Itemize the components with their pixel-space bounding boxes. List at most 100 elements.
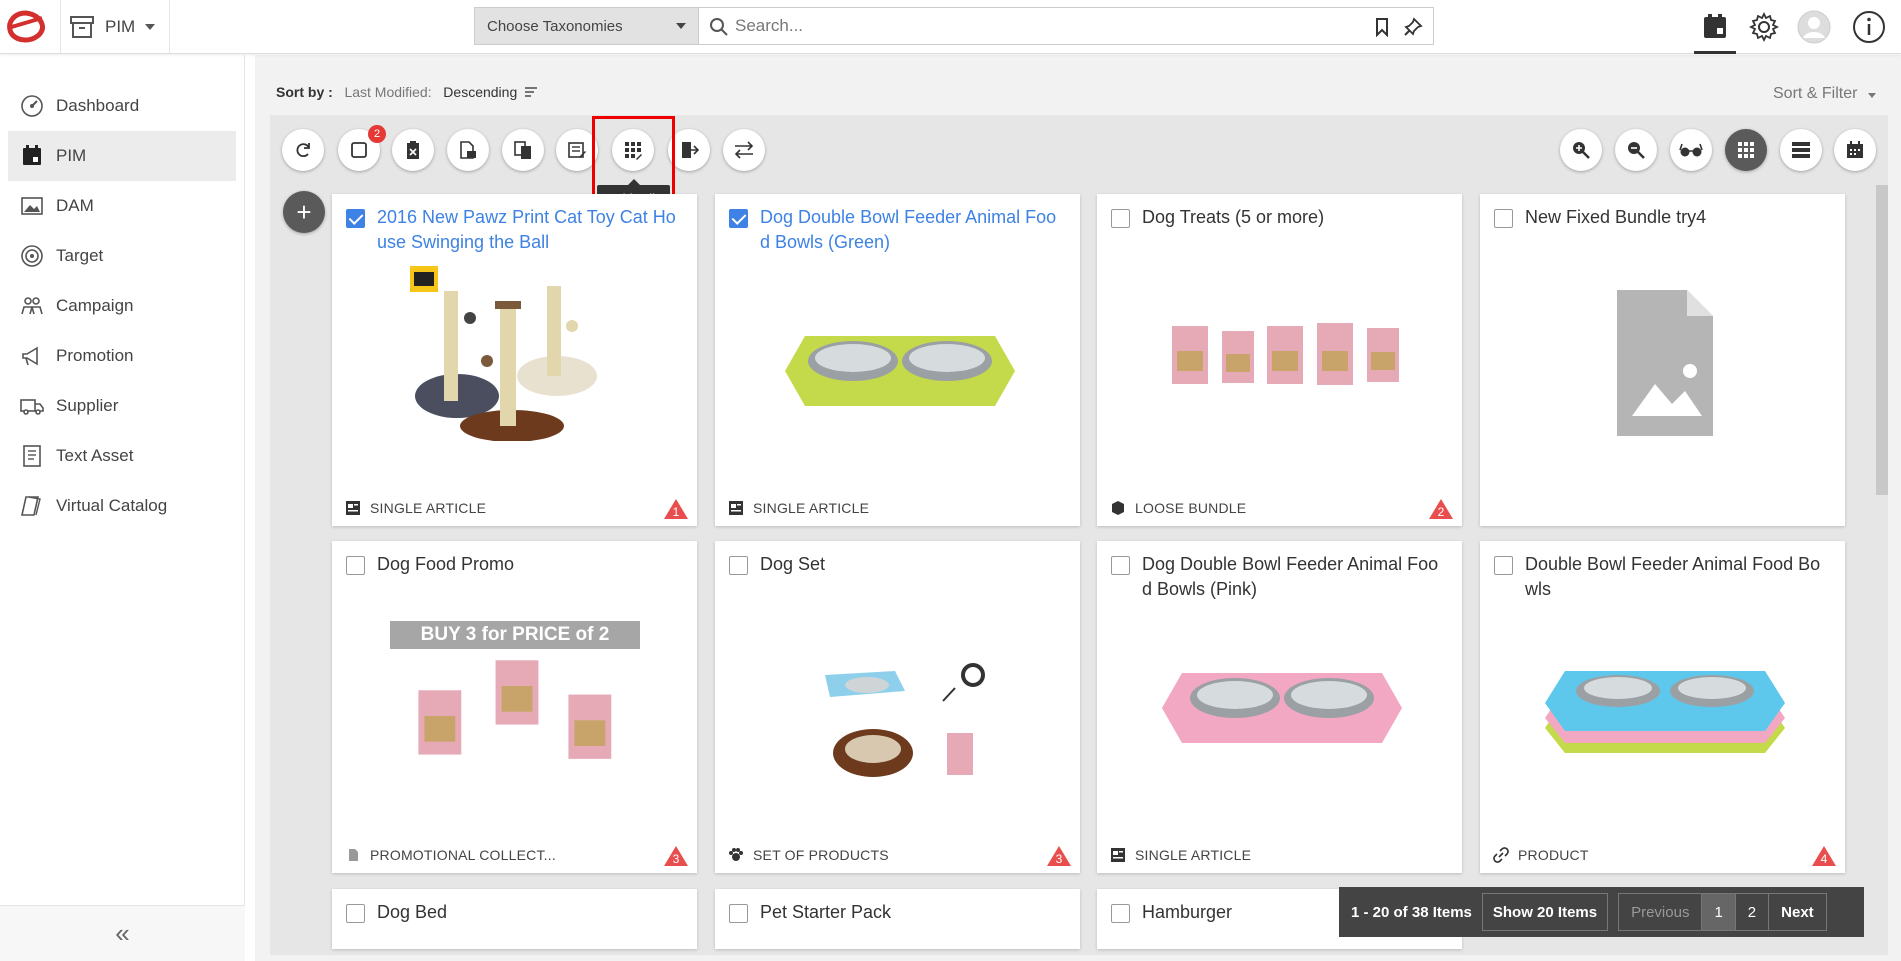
clipboard-x-icon — [407, 141, 419, 159]
collection-icon — [349, 849, 358, 861]
dog-treats-image — [1172, 323, 1399, 385]
card-checkbox[interactable] — [1494, 556, 1513, 575]
paw-icon — [729, 848, 743, 861]
card-title[interactable]: 2016 New Pawz Print Cat Toy Cat House Sw… — [377, 205, 682, 255]
gear-icon[interactable] — [1745, 8, 1783, 46]
list-view-button[interactable] — [1780, 129, 1822, 171]
card-title[interactable]: Dog Set — [760, 552, 1065, 577]
card-checkbox[interactable] — [729, 556, 748, 575]
product-card[interactable]: New Fixed Bundle try4 — [1480, 194, 1845, 526]
sidebar-item-supplier[interactable]: Supplier — [8, 381, 236, 431]
card-type: SINGLE ARTICLE — [1135, 847, 1252, 863]
app-switcher[interactable]: PIM — [60, 0, 170, 54]
card-checkbox[interactable] — [346, 904, 365, 923]
sort-filter-toggle[interactable]: Sort & Filter — [1773, 85, 1876, 103]
card-title[interactable]: Dog Bed — [377, 900, 682, 925]
delete-button[interactable] — [392, 129, 434, 171]
previous-button[interactable]: Previous — [1619, 894, 1703, 930]
sort-order[interactable]: Descending — [443, 84, 517, 100]
product-card[interactable]: Dog Set SET OF PRODUCTS 3 — [715, 541, 1080, 873]
sort-bar: Sort by : Last Modified: Descending — [276, 84, 538, 101]
warning-count: 3 — [1056, 852, 1063, 866]
grid-view-button[interactable] — [1725, 129, 1767, 171]
app-name: PIM — [105, 17, 136, 36]
pim-app-icon[interactable] — [1696, 8, 1734, 46]
card-checkbox[interactable] — [346, 209, 365, 228]
sidebar-item-campaign[interactable]: Campaign — [8, 281, 236, 331]
select-all-button[interactable]: 2 — [338, 125, 386, 171]
preview-button[interactable] — [1670, 129, 1712, 171]
sort-lines-icon[interactable] — [524, 85, 538, 101]
double-chevron-left-icon: « — [115, 918, 130, 948]
card-type: SET OF PRODUCTS — [753, 847, 889, 863]
sidebar-item-virtual-catalog[interactable]: Virtual Catalog — [8, 481, 236, 531]
product-card[interactable]: Dog Treats (5 or more) LOOSE BUNDLE 2 — [1097, 194, 1462, 526]
campaign-icon — [21, 297, 43, 315]
product-card[interactable]: Dog Food Promo BUY 3 for PRICE of 2 PROM… — [332, 541, 697, 873]
sidebar-item-promotion[interactable]: Promotion — [8, 331, 236, 381]
warning-icon[interactable]: 1 — [663, 498, 689, 520]
card-title[interactable]: Dog Double Bowl Feeder Animal Food Bowls… — [760, 205, 1065, 255]
card-checkbox[interactable] — [1494, 209, 1513, 228]
warning-count: 1 — [673, 505, 680, 519]
warning-icon[interactable]: 3 — [663, 845, 689, 867]
sort-field[interactable]: Last Modified: — [344, 84, 431, 100]
sidebar-item-dam[interactable]: DAM — [8, 181, 236, 231]
sidebar: Dashboard PIM DAM Target Campaign Promot… — [0, 55, 245, 961]
sidebar-item-target[interactable]: Target — [8, 231, 236, 281]
card-checkbox[interactable] — [346, 556, 365, 575]
copy-button[interactable] — [502, 129, 544, 171]
page-2-button[interactable]: 2 — [1736, 894, 1770, 930]
pin-icon[interactable] — [1403, 17, 1423, 37]
avatar-icon[interactable] — [1795, 8, 1833, 46]
warning-icon[interactable]: 3 — [1046, 845, 1072, 867]
collapse-sidebar-button[interactable]: « — [0, 905, 245, 961]
scrollbar[interactable] — [1876, 185, 1888, 495]
card-checkbox[interactable] — [729, 209, 748, 228]
product-card[interactable]: Pet Starter Pack — [715, 889, 1080, 949]
taxonomy-select[interactable]: Choose Taxonomies — [474, 7, 699, 45]
product-card[interactable]: Dog Bed — [332, 889, 697, 949]
export-pdf-button[interactable] — [447, 129, 489, 171]
card-title[interactable]: New Fixed Bundle try4 — [1525, 205, 1830, 230]
transfer-button[interactable] — [723, 129, 765, 171]
product-card[interactable]: Dog Double Bowl Feeder Animal Food Bowls… — [1097, 541, 1462, 873]
zoom-out-button[interactable] — [1615, 129, 1657, 171]
card-title[interactable]: Dog Double Bowl Feeder Animal Food Bowls… — [1142, 552, 1447, 602]
list-view-icon — [1792, 142, 1810, 158]
calendar-view-button[interactable] — [1834, 129, 1876, 171]
card-title[interactable]: Pet Starter Pack — [760, 900, 1065, 925]
warning-icon[interactable]: 2 — [1428, 498, 1454, 520]
refresh-button[interactable] — [282, 129, 324, 171]
sidebar-item-label: Promotion — [56, 346, 134, 365]
zoom-in-button[interactable] — [1560, 129, 1602, 171]
add-item-button[interactable]: + — [283, 191, 325, 233]
logo-icon[interactable] — [4, 8, 48, 46]
search-input[interactable]: Search... — [699, 7, 1434, 45]
card-checkbox[interactable] — [1111, 556, 1130, 575]
sidebar-item-pim[interactable]: PIM — [8, 131, 236, 181]
card-title[interactable]: Double Bowl Feeder Animal Food Bowls — [1525, 552, 1830, 602]
sidebar-item-label: PIM — [56, 146, 87, 165]
pink-bowl-image — [1162, 673, 1402, 743]
active-app-indicator — [1694, 51, 1736, 54]
warning-icon[interactable]: 4 — [1811, 845, 1837, 867]
page-size-button[interactable]: Show 20 Items — [1481, 893, 1609, 931]
sidebar-item-dashboard[interactable]: Dashboard — [8, 81, 236, 131]
next-button[interactable]: Next — [1769, 894, 1826, 930]
info-icon[interactable] — [1850, 8, 1888, 46]
card-checkbox[interactable] — [1111, 904, 1130, 923]
sidebar-item-label: Dashboard — [56, 96, 140, 115]
card-title[interactable]: Dog Food Promo — [377, 552, 682, 577]
product-card[interactable]: 2016 New Pawz Print Cat Toy Cat House Sw… — [332, 194, 697, 526]
product-card[interactable]: Dog Double Bowl Feeder Animal Food Bowls… — [715, 194, 1080, 526]
megaphone-icon — [22, 346, 38, 366]
bookmark-icon[interactable] — [1373, 17, 1391, 37]
card-checkbox[interactable] — [1111, 209, 1130, 228]
card-title[interactable]: Dog Treats (5 or more) — [1142, 205, 1447, 230]
card-checkbox[interactable] — [729, 904, 748, 923]
page-1-button[interactable]: 1 — [1702, 894, 1736, 930]
sidebar-item-text-asset[interactable]: Text Asset — [8, 431, 236, 481]
product-card[interactable]: Double Bowl Feeder Animal Food Bowls PRO… — [1480, 541, 1845, 873]
pim-icon — [23, 145, 41, 165]
